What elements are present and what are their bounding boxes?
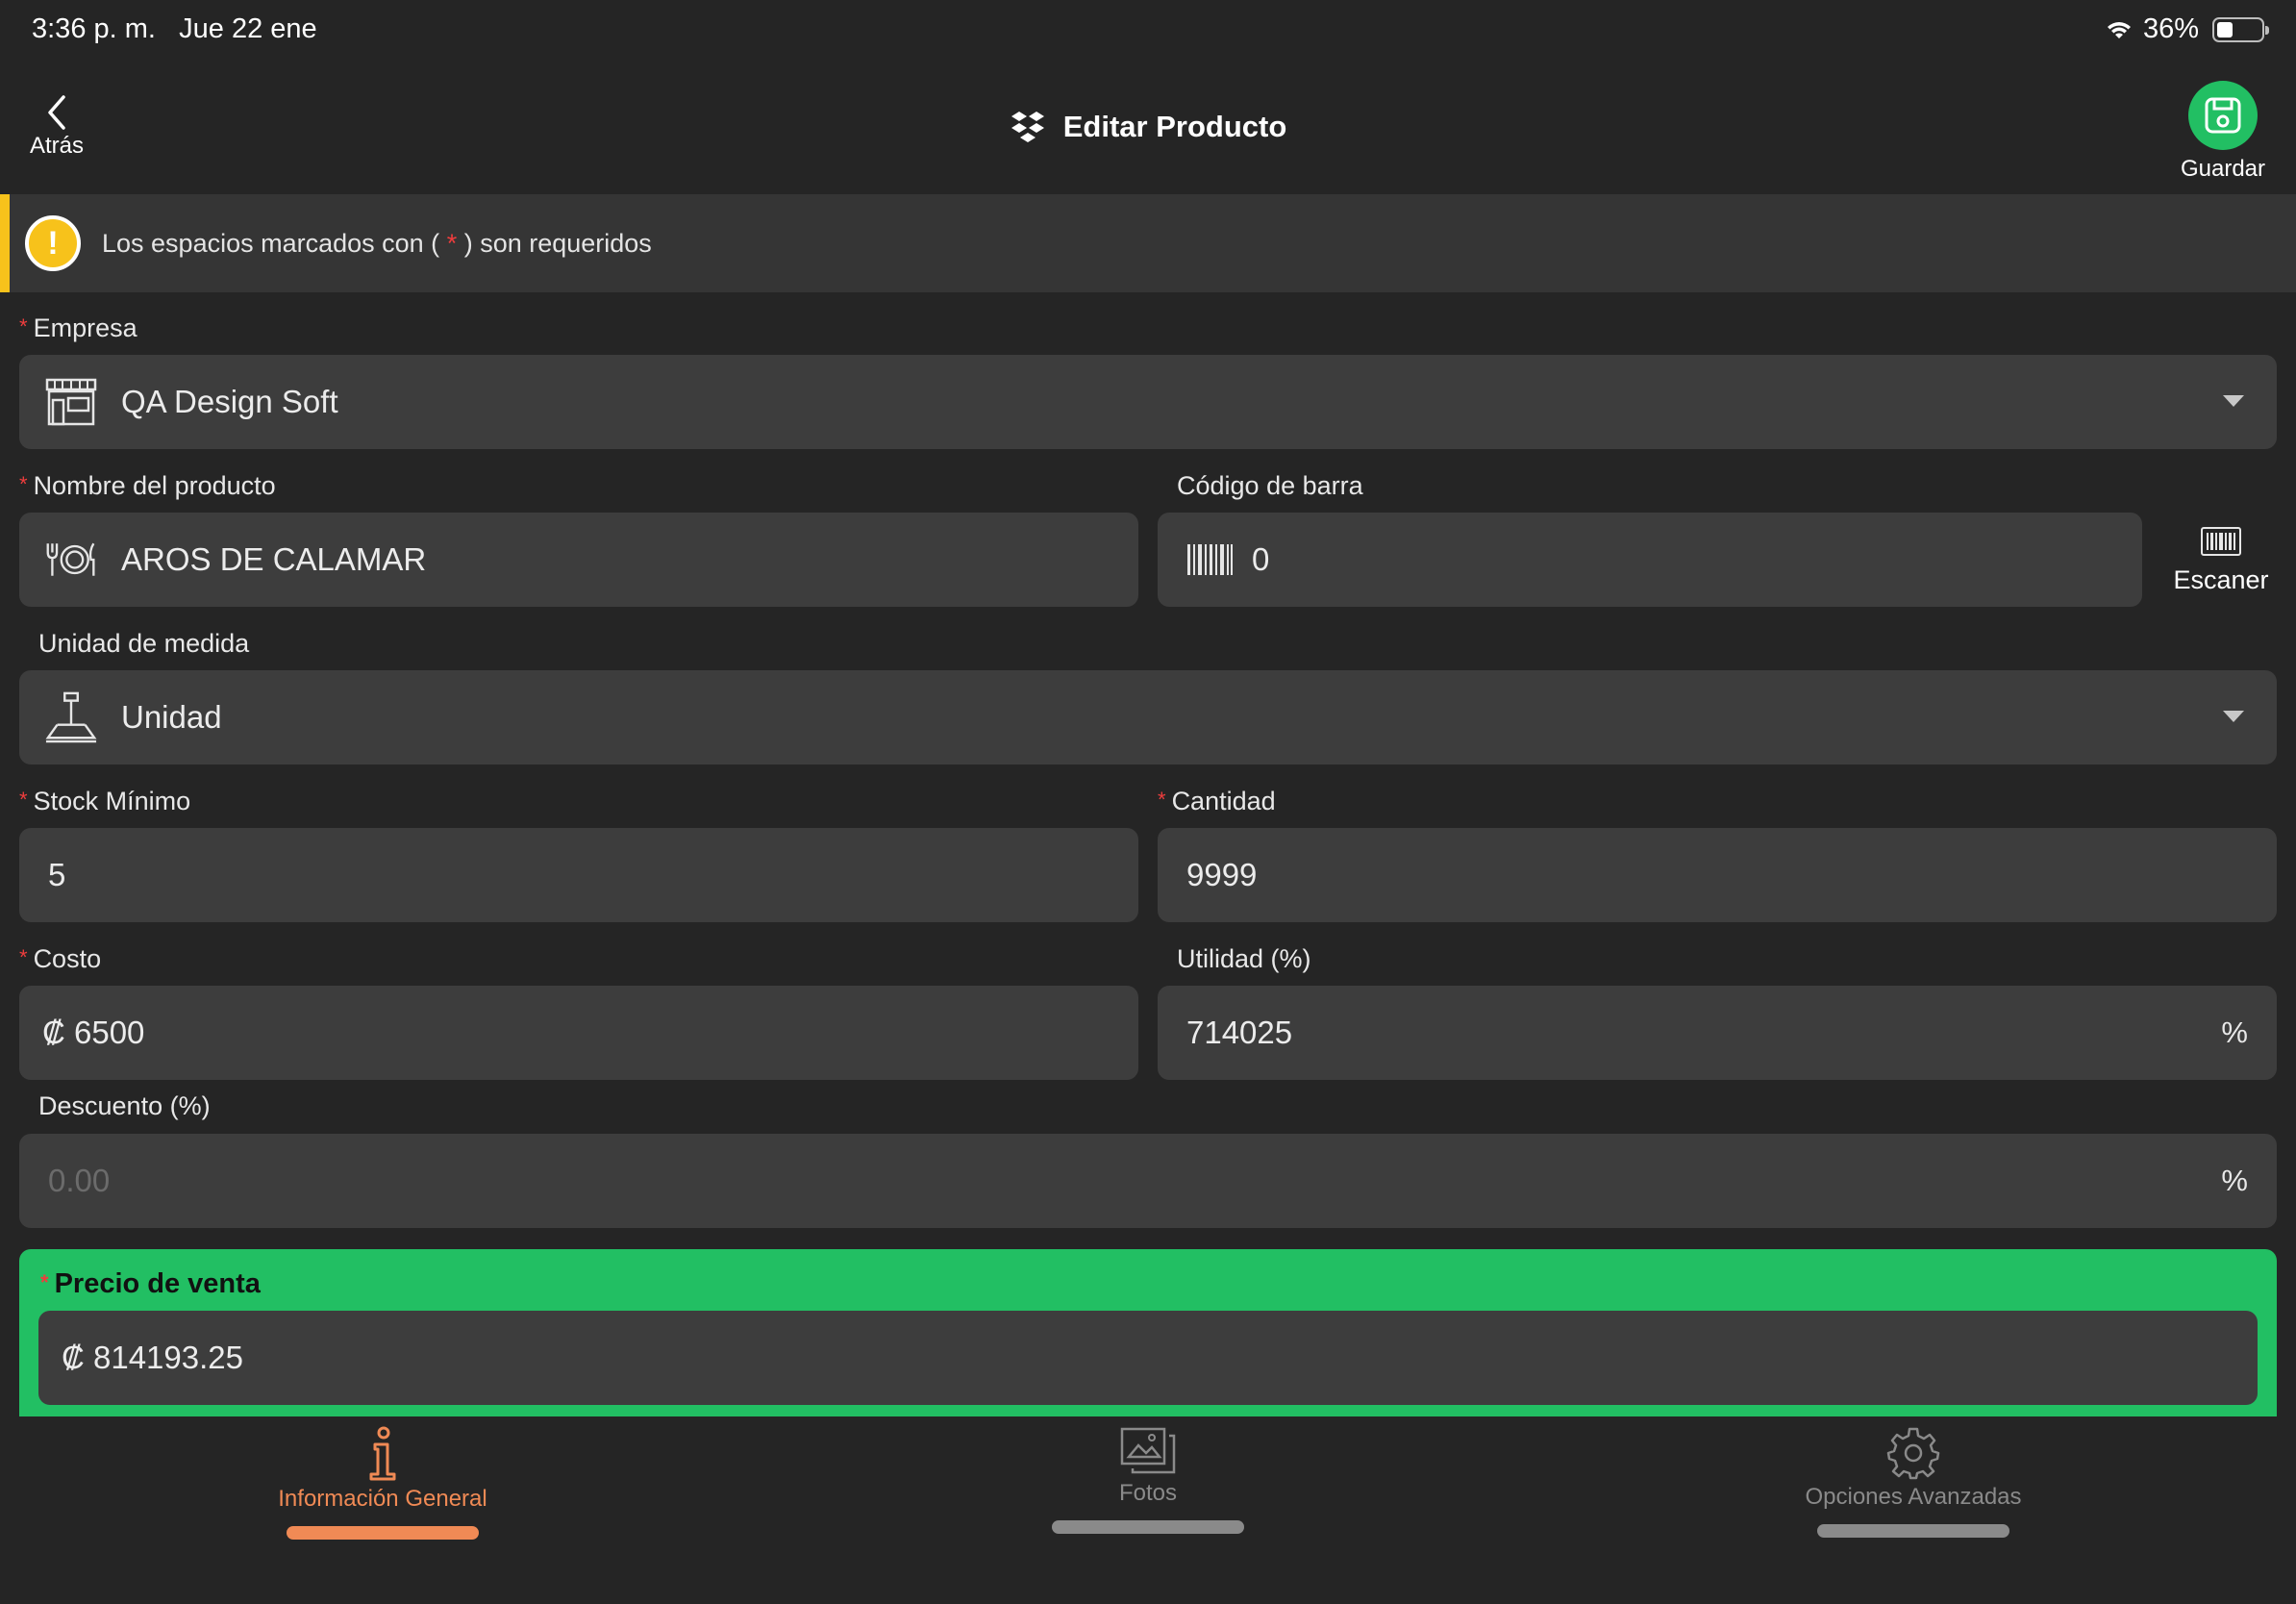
tab-indicator (1817, 1524, 2009, 1538)
status-time: 3:36 p. m. Jue 22 ene (32, 13, 317, 44)
tab-indicator (1052, 1520, 1244, 1534)
caret-down-icon (2223, 395, 2244, 407)
costo-value: ₡ 6500 (42, 1015, 145, 1050)
photos-icon (1120, 1427, 1176, 1474)
precio-venta-value: ₡ 814193.25 (62, 1340, 243, 1375)
empresa-value: QA Design Soft (121, 384, 338, 419)
utilidad-label: Utilidad (%) (1177, 944, 1311, 973)
unidad-label: Unidad de medida (38, 629, 250, 658)
tab-fotos[interactable]: Fotos (956, 1426, 1340, 1534)
descuento-label: Descuento (%) (38, 1091, 211, 1120)
boxes-icon (1011, 112, 1044, 142)
tab-label: Fotos (1118, 1480, 1178, 1506)
percent-suffix: % (2221, 1015, 2248, 1049)
descuento-input[interactable]: 0.00 % (19, 1134, 2277, 1228)
cantidad-value: 9999 (1186, 857, 1258, 892)
codigo-input[interactable]: 0 (1158, 513, 2142, 607)
costo-input[interactable]: ₡ 6500 (19, 986, 1138, 1080)
codigo-label: Código de barra (1177, 471, 1363, 500)
battery-icon (2212, 16, 2269, 42)
unidad-select[interactable]: Unidad (19, 670, 2277, 764)
tab-opciones-avanzadas[interactable]: Opciones Avanzadas (1721, 1426, 2106, 1538)
utilidad-value: 714025 (1186, 1015, 1293, 1050)
battery-percent: 36% (2142, 13, 2199, 44)
precio-venta-input[interactable]: ₡ 814193.25 (38, 1311, 2258, 1405)
barcode-scanner-icon (2201, 527, 2241, 556)
precio-venta-label: * Precio de venta (40, 1268, 261, 1299)
floppy-disk-icon (2205, 97, 2241, 134)
utilidad-input[interactable]: 714025 % (1158, 986, 2277, 1080)
gear-icon (1886, 1427, 1940, 1480)
scanner-label: Escaner (2173, 565, 2269, 594)
cantidad-input[interactable]: 9999 (1158, 828, 2277, 922)
costo-label: * Costo (19, 944, 102, 973)
info-icon (369, 1426, 396, 1481)
status-bar: 3:36 p. m. Jue 22 ene 36% (0, 0, 2296, 62)
page-title-text: Editar Producto (1062, 110, 1287, 143)
warning-icon: ! (25, 215, 81, 271)
navigation-bar: Atrás Editar Producto Guardar (0, 62, 2296, 194)
percent-suffix: % (2221, 1164, 2248, 1197)
dining-icon (44, 539, 98, 581)
status-indicators: 36% (2105, 13, 2269, 45)
nombre-value: AROS DE CALAMAR (121, 541, 427, 577)
scale-icon (44, 690, 98, 744)
caret-down-icon (2223, 711, 2244, 722)
store-icon (44, 377, 98, 427)
stock-minimo-value: 5 (48, 857, 66, 892)
empresa-label: * Empresa (19, 313, 137, 342)
stock-minimo-input[interactable]: 5 (19, 828, 1138, 922)
battery-fill (2217, 21, 2233, 38)
stock-minimo-label: * Stock Mínimo (19, 787, 191, 815)
save-button[interactable]: Guardar (2173, 81, 2273, 183)
empresa-select[interactable]: QA Design Soft (19, 355, 2277, 449)
tab-label: Opciones Avanzadas (1805, 1484, 2022, 1510)
save-label: Guardar (2180, 156, 2266, 182)
wifi-icon (2107, 21, 2131, 38)
nombre-input[interactable]: AROS DE CALAMAR (19, 513, 1138, 607)
codigo-value: 0 (1252, 541, 1270, 577)
tab-informacion-general[interactable]: Información General (190, 1426, 575, 1540)
page-title: Editar Producto (0, 110, 2296, 144)
unidad-value: Unidad (121, 699, 222, 735)
save-circle (2188, 81, 2258, 150)
nombre-label: * Nombre del producto (19, 471, 276, 500)
scanner-button[interactable]: Escaner (2154, 524, 2288, 595)
tab-label: Información General (278, 1486, 487, 1512)
tab-bar: Información General Fotos Opciones Avanz… (0, 1416, 2296, 1604)
descuento-placeholder: 0.00 (48, 1163, 111, 1198)
cantidad-label: * Cantidad (1158, 787, 1276, 815)
required-fields-alert: ! Los espacios marcados con ( * ) son re… (0, 194, 2296, 292)
precio-venta-section: * Precio de venta ₡ 814193.25 (19, 1249, 2277, 1416)
tab-active-indicator (287, 1526, 479, 1540)
barcode-icon (1186, 543, 1233, 576)
status-date: Jue 22 ene (179, 13, 317, 44)
alert-required-star: * (446, 228, 458, 258)
alert-text: Los espacios marcados con ( * ) son requ… (102, 228, 652, 258)
